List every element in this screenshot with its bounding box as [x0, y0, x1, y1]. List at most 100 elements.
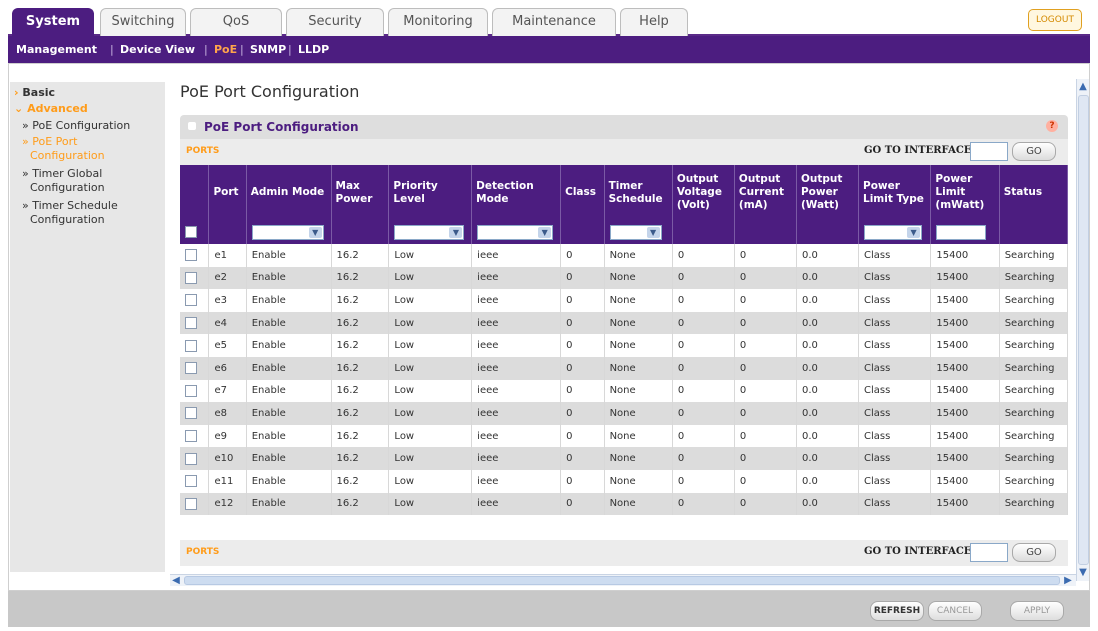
- cell-timer-schedule: None: [604, 469, 673, 493]
- subnav-lldp[interactable]: LLDP: [298, 43, 329, 56]
- power-limit-input[interactable]: [936, 224, 987, 240]
- goto-interface-input[interactable]: [970, 142, 1008, 161]
- sidebar-advanced[interactable]: ⌄ Advanced: [14, 102, 88, 115]
- goto-interface-input[interactable]: [970, 543, 1008, 562]
- sidebar-item-poe-configuration[interactable]: » PoE Configuration: [22, 119, 130, 132]
- row-checkbox[interactable]: [185, 497, 197, 510]
- cell-power-limit: 15400: [930, 244, 1000, 267]
- go-button[interactable]: GO: [1012, 142, 1056, 161]
- detection-mode-select[interactable]: ▼: [477, 224, 554, 240]
- cell-admin-mode: Enable: [246, 447, 332, 470]
- subnav-poe[interactable]: PoE: [214, 43, 237, 56]
- table-row[interactable]: e10 Enable 16.2 Low ieee 0 None 0 0 0.0 Class 15400…: [180, 447, 1069, 470]
- table-row[interactable]: e6 Enable 16.2 Low ieee 0 None 0 0 0.0 Class 15400 S…: [180, 356, 1069, 380]
- sidebar-item-timer-global[interactable]: » Timer Global Configuration: [22, 167, 105, 195]
- go-button[interactable]: GO: [1012, 543, 1056, 562]
- cell-class: 0: [560, 334, 605, 357]
- cell-output-voltage: 0: [672, 311, 735, 335]
- cell-class: 0: [560, 447, 605, 470]
- cell-output-voltage: 0: [672, 492, 735, 516]
- cell-detection-mode: ieee: [471, 424, 562, 448]
- tab-monitoring[interactable]: Monitoring: [388, 8, 488, 36]
- row-checkbox[interactable]: [185, 452, 197, 465]
- subnav-management[interactable]: Management: [16, 43, 97, 56]
- apply-button[interactable]: APPLY: [1010, 601, 1064, 621]
- cell-class: 0: [560, 244, 605, 267]
- sidebar-item-timer-schedule[interactable]: » Timer Schedule Configuration: [22, 199, 118, 227]
- horizontal-scrollbar[interactable]: ◀ ▶: [170, 574, 1076, 586]
- table-row[interactable]: e5 Enable 16.2 Low ieee 0 None 0 0 0.0 Class 15400 S…: [180, 334, 1069, 357]
- refresh-button[interactable]: REFRESH: [870, 601, 924, 621]
- horizontal-scroll-thumb[interactable]: [184, 576, 1060, 585]
- cell-port: e10: [208, 447, 247, 470]
- row-checkbox[interactable]: [185, 294, 197, 307]
- cell-detection-mode: ieee: [471, 492, 562, 516]
- scroll-down-icon[interactable]: ▼: [1077, 567, 1089, 579]
- row-checkbox[interactable]: [185, 384, 197, 397]
- row-checkbox[interactable]: [185, 339, 197, 352]
- power-limit-type-select[interactable]: ▼: [864, 224, 923, 240]
- column-header-output-power[interactable]: Output Power (Watt): [796, 165, 860, 220]
- row-checkbox[interactable]: [185, 249, 197, 262]
- help-icon[interactable]: ?: [1046, 120, 1058, 132]
- sidebar-item-poe-port-configuration[interactable]: » PoE Port Configuration: [22, 135, 105, 163]
- timer-schedule-select[interactable]: ▼: [609, 224, 662, 240]
- cancel-button[interactable]: CANCEL: [928, 601, 982, 621]
- column-header-output-current[interactable]: Output Current (mA): [734, 165, 797, 220]
- logout-button[interactable]: LOGOUT: [1028, 9, 1082, 31]
- scroll-left-icon[interactable]: ◀: [170, 575, 182, 587]
- table-row[interactable]: e9 Enable 16.2 Low ieee 0 None 0 0 0.0 Class 15400 S…: [180, 424, 1069, 448]
- row-checkbox[interactable]: [185, 475, 197, 488]
- subnav-device-view[interactable]: Device View: [120, 43, 195, 56]
- tab-security[interactable]: Security: [286, 8, 384, 36]
- scroll-up-icon[interactable]: ▲: [1077, 81, 1089, 93]
- cell-detection-mode: ieee: [471, 469, 562, 493]
- column-header-max-power[interactable]: Max Power: [331, 165, 390, 220]
- tab-help[interactable]: Help: [620, 8, 688, 36]
- column-header-port[interactable]: Port: [208, 165, 247, 220]
- select-all-checkbox[interactable]: [185, 226, 197, 238]
- table-row[interactable]: e7 Enable 16.2 Low ieee 0 None 0 0 0.0 Class 15400 S…: [180, 379, 1069, 403]
- column-header-timer-schedule[interactable]: Timer Schedule: [604, 165, 673, 220]
- column-header-output-voltage[interactable]: Output Voltage (Volt): [672, 165, 735, 220]
- column-header-admin-mode[interactable]: Admin Mode: [246, 165, 332, 220]
- admin-mode-select[interactable]: ▼: [251, 224, 324, 240]
- column-header-class[interactable]: Class: [560, 165, 605, 220]
- vertical-scroll-thumb[interactable]: [1078, 95, 1089, 565]
- column-header-priority-level[interactable]: Priority Level: [388, 165, 473, 220]
- tab-maintenance[interactable]: Maintenance: [492, 8, 616, 36]
- table-row[interactable]: e8 Enable 16.2 Low ieee 0 None 0 0 0.0 Class 15400 S…: [180, 402, 1069, 425]
- row-checkbox[interactable]: [185, 430, 197, 443]
- scroll-right-icon[interactable]: ▶: [1062, 575, 1074, 587]
- row-checkbox[interactable]: [185, 271, 197, 284]
- ports-link[interactable]: PORTS: [186, 146, 219, 156]
- goto-interface-label: GO TO INTERFACE: [864, 546, 972, 557]
- subnav-snmp[interactable]: SNMP: [250, 43, 286, 56]
- table-row[interactable]: e3 Enable 16.2 Low ieee 0 None 0 0 0.0 Class 15400 S…: [180, 289, 1069, 312]
- cell-max-power: 16.2: [331, 289, 390, 312]
- table-row[interactable]: e11 Enable 16.2 Low ieee 0 None 0 0 0.0 Class 15400…: [180, 469, 1069, 493]
- column-header-status[interactable]: Status: [999, 165, 1069, 220]
- sidebar-basic[interactable]: › Basic: [14, 86, 55, 99]
- cell-timer-schedule: None: [604, 402, 673, 425]
- chevron-down-icon: ▼: [646, 226, 660, 238]
- cell-priority-level: Low: [388, 469, 473, 493]
- column-header-detection-mode[interactable]: Detection Mode: [471, 165, 562, 220]
- priority-level-select[interactable]: ▼: [394, 224, 465, 240]
- column-header-power-limit[interactable]: Power Limit (mWatt): [930, 165, 1000, 220]
- cell-port: e11: [208, 469, 247, 493]
- row-checkbox[interactable]: [185, 362, 197, 375]
- tab-system[interactable]: System: [12, 8, 94, 36]
- table-row[interactable]: e4 Enable 16.2 Low ieee 0 None 0 0 0.0 Class 15400 S…: [180, 311, 1069, 335]
- table-row[interactable]: e1 Enable 16.2 Low ieee 0 None 0 0 0.0 Class 15400 S…: [180, 244, 1069, 267]
- column-header-power-limit-type[interactable]: Power Limit Type: [858, 165, 932, 220]
- table-row[interactable]: e2 Enable 16.2 Low ieee 0 None 0 0 0.0 Class 15400 S…: [180, 266, 1069, 290]
- cell-output-current: 0: [734, 469, 797, 493]
- ports-link[interactable]: PORTS: [186, 547, 219, 557]
- row-checkbox[interactable]: [185, 407, 197, 420]
- vertical-scrollbar[interactable]: ▲ ▼: [1076, 79, 1089, 581]
- table-row[interactable]: e12 Enable 16.2 Low ieee 0 None 0 0 0.0 Class 15400…: [180, 492, 1069, 516]
- row-checkbox[interactable]: [185, 317, 197, 330]
- tab-qos[interactable]: QoS: [190, 8, 282, 36]
- tab-switching[interactable]: Switching: [100, 8, 186, 36]
